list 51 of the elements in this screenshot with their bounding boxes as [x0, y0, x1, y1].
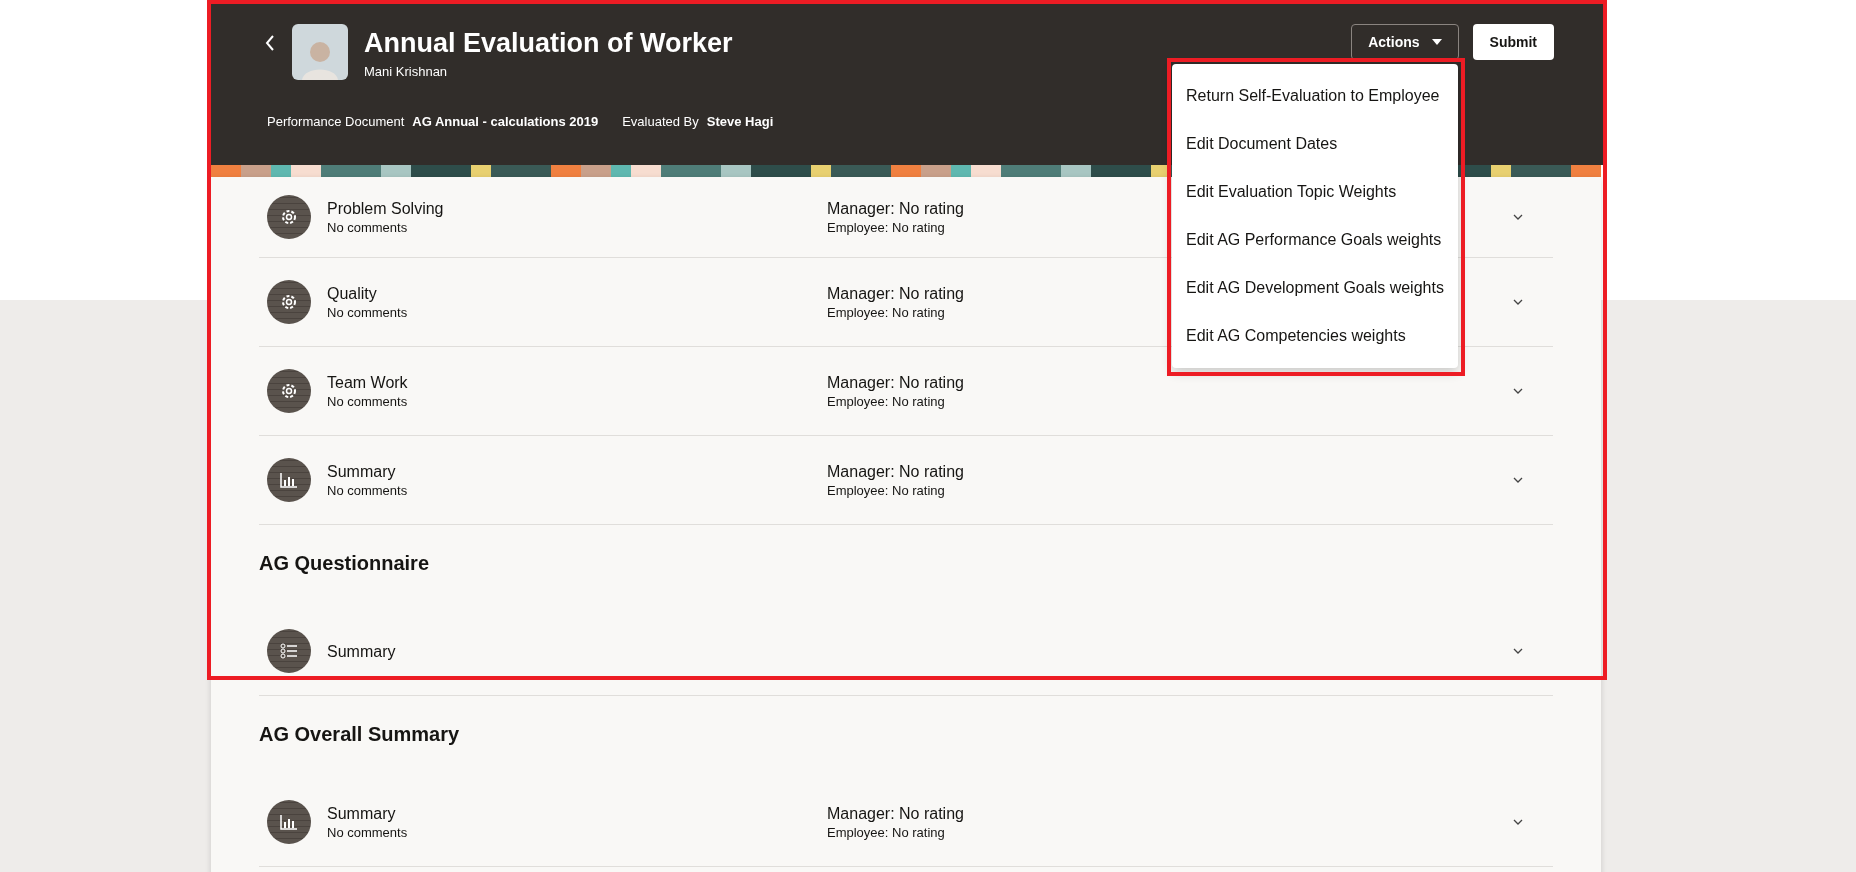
- expand-chevron-icon[interactable]: [1513, 648, 1523, 654]
- document-value: AG Annual - calculations 2019: [412, 114, 599, 129]
- topic-comment: No comments: [327, 481, 408, 500]
- expand-chevron-icon[interactable]: [1513, 477, 1523, 483]
- menu-item[interactable]: Edit AG Performance Goals weights: [1172, 216, 1458, 264]
- evaluator-value: Steve Hagi: [706, 114, 774, 129]
- submit-button[interactable]: Submit: [1472, 24, 1554, 60]
- expand-chevron-icon[interactable]: [1513, 214, 1523, 220]
- topic-name: Summary: [327, 641, 396, 662]
- topic-icon: [267, 369, 311, 413]
- topic-comment: No comments: [327, 823, 408, 842]
- section-title: AG Questionnaire: [259, 551, 431, 576]
- employee-rating: Employee: No rating: [827, 303, 945, 322]
- expand-chevron-icon[interactable]: [1513, 388, 1523, 394]
- menu-item[interactable]: Edit AG Competencies weights: [1172, 312, 1458, 360]
- menu-item[interactable]: Edit Document Dates: [1172, 120, 1458, 168]
- manager-rating: Manager: No rating: [827, 198, 964, 219]
- topic-icon: [267, 195, 311, 239]
- employee-rating: Employee: No rating: [827, 392, 945, 411]
- back-icon[interactable]: [264, 34, 276, 52]
- section-title: AG Overall Summary: [259, 722, 461, 747]
- topic-icon: [267, 800, 311, 844]
- avatar-placeholder: [292, 24, 348, 80]
- caret-icon: [1431, 39, 1442, 45]
- manager-rating: Manager: No rating: [827, 283, 964, 304]
- expand-chevron-icon[interactable]: [1513, 819, 1523, 825]
- page-title: Annual Evaluation of Worker: [364, 27, 733, 60]
- topic-icon: [267, 458, 311, 502]
- manager-rating: Manager: No rating: [827, 461, 964, 482]
- expand-chevron-icon[interactable]: [1513, 299, 1523, 305]
- employee-rating: Employee: No rating: [827, 481, 945, 500]
- topic-name: Summary: [327, 803, 396, 824]
- manager-rating: Manager: No rating: [827, 803, 964, 824]
- evaluator-label: Evaluated By: [622, 114, 699, 129]
- topic-comment: No comments: [327, 392, 408, 411]
- menu-item[interactable]: Return Self-Evaluation to Employee: [1172, 72, 1458, 120]
- topic-name: Team Work: [327, 372, 408, 393]
- topic-icon: [267, 280, 311, 324]
- menu-item[interactable]: Edit Evaluation Topic Weights: [1172, 168, 1458, 216]
- topic-comment: No comments: [327, 218, 408, 237]
- topic-name: Summary: [327, 461, 396, 482]
- manager-rating: Manager: No rating: [827, 372, 964, 393]
- topic-comment: No comments: [327, 303, 408, 322]
- topic-icon: [267, 629, 311, 673]
- topic-name: Quality: [327, 283, 377, 304]
- worker-name: Mani Krishnan: [364, 64, 449, 79]
- employee-rating: Employee: No rating: [827, 823, 945, 842]
- topic-name: Problem Solving: [327, 198, 444, 219]
- menu-item[interactable]: Edit AG Development Goals weights: [1172, 264, 1458, 312]
- document-label: Performance Document: [267, 114, 405, 129]
- employee-rating: Employee: No rating: [827, 218, 945, 237]
